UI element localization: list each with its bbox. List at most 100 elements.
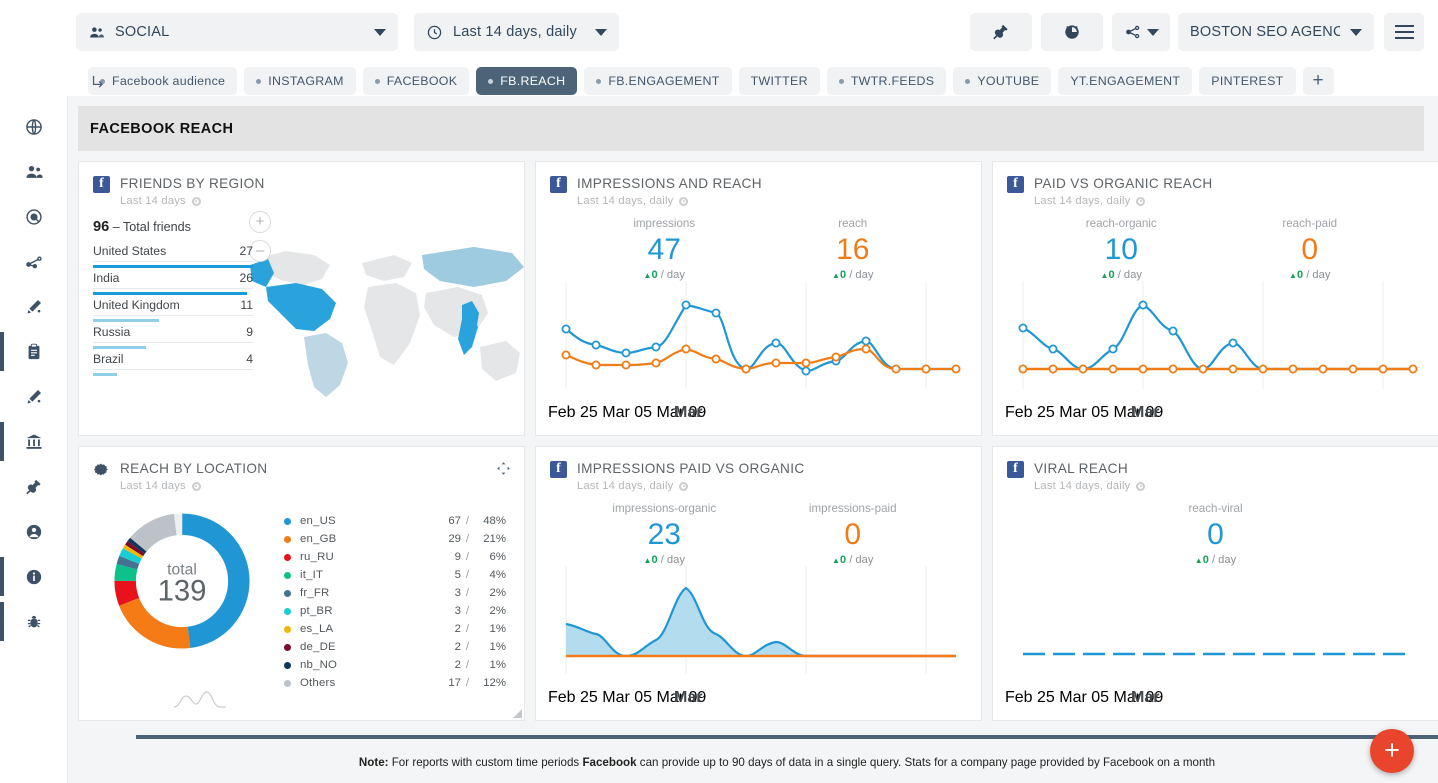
legend-percent: 6% — [489, 551, 506, 563]
legend-count: 29 — [448, 533, 461, 545]
sidebar-item-globe[interactable] — [0, 104, 68, 149]
bug-icon — [1065, 25, 1079, 39]
facebook-icon: f — [93, 176, 110, 193]
tab-youtube[interactable]: YOUTUBE — [953, 67, 1052, 95]
sidebar-item-integrations[interactable] — [0, 464, 68, 509]
card-title: IMPRESSIONS AND REACH — [577, 176, 762, 191]
card-impressions-and-reach: f IMPRESSIONS AND REACH Last 14 days, da… — [535, 161, 982, 436]
date-range-select[interactable]: Last 14 days, daily — [414, 13, 619, 51]
total-friends: 96 – Total friends — [93, 219, 253, 235]
card-subtitle: Last 14 days, daily — [1034, 480, 1131, 492]
sidebar-item-share[interactable] — [0, 239, 68, 284]
region-bar — [93, 373, 117, 376]
legend-swatch — [284, 553, 291, 561]
globe-icon — [25, 118, 42, 135]
x-tick: Mar — [1131, 689, 1160, 706]
legend-separator: / — [465, 659, 470, 671]
bug-button[interactable] — [1041, 13, 1103, 51]
x-tick: Mar 05 — [1059, 689, 1110, 706]
share-button[interactable] — [1112, 13, 1170, 51]
card-title: VIRAL REACH — [1034, 461, 1128, 476]
note-brand: Facebook — [582, 756, 637, 769]
sidebar-item-account[interactable] — [0, 509, 68, 554]
region-bar — [93, 292, 247, 295]
legend-row: Others 17 / 12% — [284, 674, 506, 692]
metric-key: reach — [838, 217, 868, 230]
info-icon — [26, 569, 41, 584]
legend-row: fr_FR 3 / 2% — [284, 584, 506, 602]
social-select[interactable]: SOCIAL — [76, 13, 398, 51]
legend-label: fr_FR — [300, 587, 330, 599]
x-tick: Feb 25 — [548, 689, 598, 706]
social-select-label: SOCIAL — [115, 24, 170, 40]
menu-button[interactable] — [1384, 13, 1424, 51]
metric-delta: ▲0 / day — [832, 554, 874, 566]
footer-note-bar: Note: For reports with custom time perio… — [136, 735, 1438, 783]
people-icon — [26, 165, 43, 178]
target-icon — [679, 196, 689, 206]
tab-instagram[interactable]: INSTAGRAM — [244, 67, 356, 95]
agency-select[interactable]: BOSTON SEO AGENCY — [1178, 13, 1374, 51]
plug-button[interactable] — [970, 13, 1032, 51]
tab-fb-engagement[interactable]: FB.ENGAGEMENT — [584, 67, 732, 95]
legend-percent: 1% — [489, 641, 506, 653]
legend-percent: 21% — [483, 533, 506, 545]
tab-twtr-feeds[interactable]: TWTR.FEEDS — [826, 67, 947, 95]
tab-fb-reach[interactable]: FB.REACH — [476, 67, 578, 95]
tab-facebook[interactable]: FACEBOOK — [362, 67, 470, 95]
sidebar-item-design[interactable] — [0, 374, 68, 419]
metric-impressions-organic: impressions-organic 23 ▲0 / day — [570, 502, 759, 566]
region-row: India 26 — [93, 271, 253, 295]
add-tab-button[interactable]: + — [1302, 67, 1334, 95]
sidebar-item-info[interactable] — [0, 554, 68, 599]
legend-swatch — [284, 589, 291, 597]
tab-twitter[interactable]: TWITTER — [738, 67, 820, 95]
region-value: 11 — [240, 298, 253, 312]
card-title: REACH BY LOCATION — [120, 461, 268, 476]
x-tick: Mar 05 — [602, 404, 653, 421]
tab-facebook-audience[interactable]: Facebook audience — [88, 67, 238, 95]
region-value: 9 — [246, 325, 253, 339]
legend-label: Others — [300, 677, 336, 689]
share-icon — [1125, 25, 1139, 39]
sidebar-item-reports[interactable] — [0, 329, 68, 374]
x-axis: Feb 25 Mar Mar 05 Mar 09 — [548, 404, 969, 422]
target-icon — [25, 208, 42, 225]
legend-count: 3 — [454, 605, 461, 617]
metric-key: impressions — [633, 217, 696, 230]
tab-pinterest[interactable]: PINTEREST — [1199, 67, 1296, 95]
sidebar-item-bug[interactable] — [0, 599, 68, 644]
line-chart-svg — [561, 281, 961, 389]
chevron-down-icon — [1146, 28, 1159, 36]
page-title: FACEBOOK REACH — [90, 120, 234, 137]
legend-row: it_IT 5 / 4% — [284, 566, 506, 584]
legend-label: de_DE — [300, 641, 336, 653]
legend-row: de_DE 2 / 1% — [284, 638, 506, 656]
resize-handle[interactable] — [513, 709, 522, 718]
clock-icon — [427, 25, 442, 39]
metric-key: reach-viral — [1188, 502, 1243, 515]
region-value: 26 — [239, 271, 253, 285]
region-bar — [93, 265, 253, 268]
target-icon — [679, 481, 689, 491]
report-tab-strip: Facebook audience INSTAGRAM FACEBOOK FB.REA… — [0, 64, 1438, 98]
sidebar-item-agency[interactable] — [0, 419, 68, 464]
status-dot-icon — [838, 78, 844, 84]
x-tick: Mar — [1131, 404, 1160, 421]
legend-count: 2 — [454, 641, 461, 653]
metric-reach-organic: reach-organic 10 ▲0 / day — [1027, 217, 1216, 281]
legend-percent: 1% — [489, 659, 506, 671]
up-arrow-icon: ▲ — [1194, 556, 1203, 565]
move-handle-icon[interactable] — [496, 461, 511, 476]
sidebar-item-edit[interactable] — [0, 284, 68, 329]
add-widget-fab[interactable]: + — [1370, 729, 1414, 773]
line-chart-svg — [1023, 652, 1413, 656]
sidebar-item-target[interactable] — [0, 194, 68, 239]
tab-label: FACEBOOK — [386, 74, 458, 88]
x-axis: Feb 25 Mar Mar 05 Mar 09 — [1005, 404, 1426, 422]
pen-icon — [27, 389, 41, 403]
sidebar-item-people[interactable] — [0, 149, 68, 194]
tab-yt-engagement[interactable]: YT.ENGAGEMENT — [1058, 67, 1193, 95]
page-title-bar: FACEBOOK REACH — [78, 106, 1424, 151]
metrics-row: impressions 47 ▲0 / day reach 16 ▲0 / da… — [536, 207, 981, 281]
